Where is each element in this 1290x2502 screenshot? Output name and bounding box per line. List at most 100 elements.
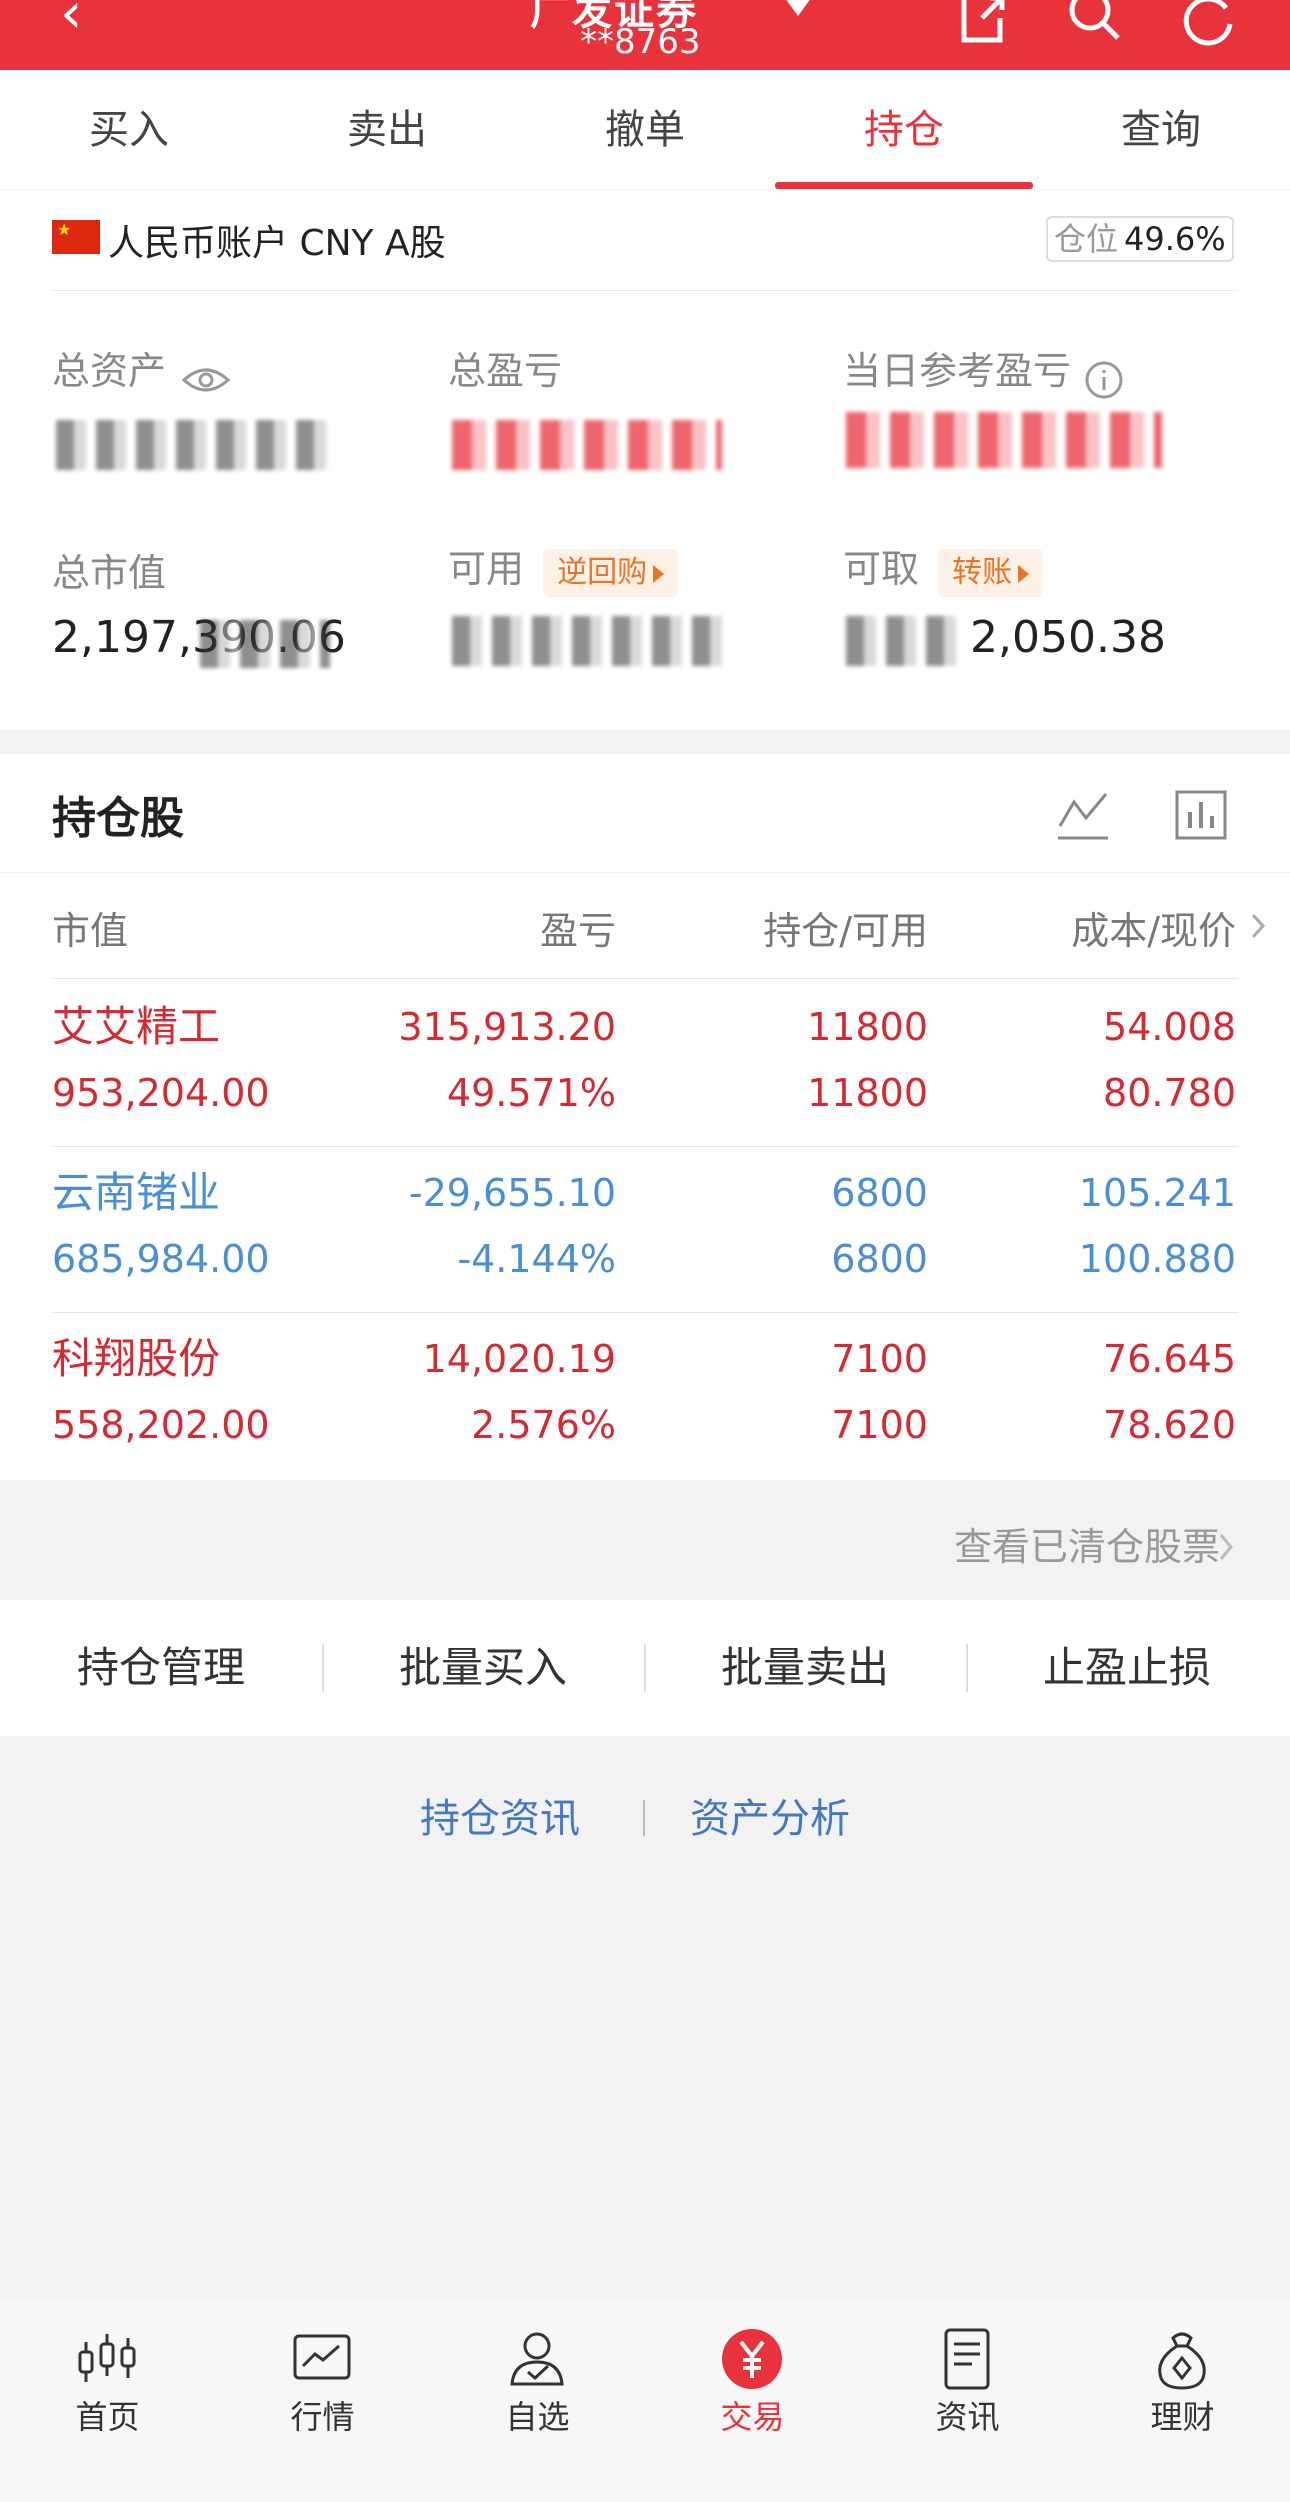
table-row[interactable]: 艾艾精工 953,204.00 315,913.20 49.571% 11800… (0, 980, 1290, 1146)
view-cleared-link[interactable]: 查看已清仓股票 (954, 1516, 1220, 1571)
col-holding-available: 持仓/可用 (763, 909, 928, 953)
stock-cost: 54.008 (1103, 1005, 1236, 1049)
total-assets-label: 总资产 (52, 349, 167, 393)
transfer-button[interactable]: 转账 (938, 549, 1044, 597)
stock-price: 78.620 (1103, 1403, 1236, 1447)
tab-cancel[interactable]: 撤单 (516, 70, 774, 190)
batch-buy-button[interactable]: 批量买入 (322, 1600, 644, 1736)
nav-label: 理财 (1150, 2398, 1215, 2436)
eye-icon[interactable] (181, 364, 231, 396)
chevron-right-icon (1219, 1534, 1233, 1560)
holdings-news-link[interactable]: 持仓资讯 (420, 1786, 580, 1844)
stock-avail: 6800 (831, 1237, 928, 1281)
nav-trade[interactable]: 交易 (645, 2300, 860, 2502)
take-profit-stop-loss-button[interactable]: 止盈止损 (966, 1600, 1288, 1736)
tab-query[interactable]: 查询 (1032, 70, 1290, 190)
masked-total-assets (56, 420, 336, 470)
nav-label: 资讯 (935, 2398, 1000, 2436)
nav-wealth[interactable]: 理财 (1075, 2300, 1290, 2502)
nav-home[interactable]: 首页 (0, 2300, 215, 2502)
stock-market-value: 558,202.00 (52, 1403, 270, 1447)
document-icon (944, 2328, 990, 2390)
divider (52, 1312, 1238, 1313)
stock-hold: 6800 (831, 1171, 928, 1215)
tab-sell[interactable]: 卖出 (258, 70, 516, 190)
nav-label: 行情 (290, 2398, 355, 2436)
withdrawable-tail: 2,050.38 (970, 612, 1166, 663)
arrow-right-icon (1018, 564, 1030, 583)
market-value-label: 总市值 (52, 551, 167, 595)
line-chart-icon[interactable] (1056, 788, 1110, 842)
china-flag-icon: ★ (52, 220, 100, 254)
total-pl-label: 总盈亏 (448, 349, 563, 393)
asset-analysis-link[interactable]: 资产分析 (690, 1786, 850, 1844)
nav-label: 交易 (720, 2398, 785, 2436)
available-block: 可用 逆回购 (448, 538, 679, 597)
table-row[interactable]: 科翔股份 558,202.00 14,020.19 2.576% 7100 71… (0, 1314, 1290, 1480)
back-icon[interactable]: ‹ (60, 0, 82, 42)
stock-price: 80.780 (1103, 1071, 1236, 1115)
position-value: 49.6% (1124, 220, 1226, 258)
col-market-value: 市值 (52, 909, 129, 953)
divider (52, 290, 1238, 291)
position-ratio-badge: 仓位 49.6% (1046, 216, 1234, 262)
masked-daily-pl (846, 412, 1162, 468)
stock-avail: 7100 (831, 1403, 928, 1447)
account-summary: ★ 人民币账户 CNY A股 仓位 49.6% 总资产 总盈亏 当日参考盈亏 总市… (0, 190, 1290, 730)
stock-cost: 76.645 (1103, 1337, 1236, 1381)
share-icon[interactable] (952, 0, 1012, 48)
stock-name: 云南锗业 (52, 1168, 221, 1217)
trade-tabs: 买入 卖出 撤单 持仓 查询 (0, 70, 1290, 190)
total-assets-block: 总资产 (52, 340, 231, 396)
batch-sell-button[interactable]: 批量卖出 (644, 1600, 966, 1736)
chevron-right-icon[interactable] (1250, 912, 1266, 940)
reverse-repo-button[interactable]: 逆回购 (543, 549, 679, 597)
withdrawable-label: 可取 (843, 547, 920, 591)
nav-watchlist[interactable]: 自选 (430, 2300, 645, 2502)
bar-chart-icon[interactable] (1174, 788, 1228, 842)
view-cleared-row[interactable]: 查看已清仓股票 (0, 1480, 1290, 1600)
candlestick-icon (78, 2334, 136, 2382)
nav-label: 自选 (505, 2398, 570, 2436)
account-switch-caret-icon[interactable] (782, 0, 814, 16)
nav-market[interactable]: 行情 (215, 2300, 430, 2502)
stock-name: 艾艾精工 (52, 1002, 221, 1051)
position-label: 仓位 (1054, 220, 1119, 258)
col-cost-price[interactable]: 成本/现价 (940, 900, 1236, 955)
stock-pl: 14,020.19 (422, 1337, 616, 1381)
table-row[interactable]: 云南锗业 685,984.00 -29,655.10 -4.144% 6800 … (0, 1148, 1290, 1312)
reverse-repo-label: 逆回购 (557, 555, 648, 590)
stock-pl-pct: 2.576% (471, 1403, 616, 1447)
holdings-section: 持仓股 市值 盈亏 持仓/可用 成本/现价 艾艾精工 953,204.00 31… (0, 754, 1290, 1480)
daily-pl-block: 当日参考盈亏 (843, 340, 1124, 400)
masked-available (452, 616, 732, 666)
yuan-icon (722, 2329, 782, 2389)
stock-market-value: 685,984.00 (52, 1237, 270, 1281)
active-tab-indicator (775, 182, 1033, 189)
search-icon[interactable] (1064, 0, 1124, 48)
stock-cost: 105.241 (1078, 1171, 1236, 1215)
info-icon[interactable] (1084, 360, 1124, 400)
stock-name: 科翔股份 (52, 1334, 221, 1383)
tab-buy[interactable]: 买入 (0, 70, 258, 190)
withdrawable-block: 可取 转账 (843, 538, 1044, 597)
stock-hold: 7100 (831, 1337, 928, 1381)
transfer-label: 转账 (952, 555, 1013, 590)
col-pl: 盈亏 (539, 909, 616, 953)
refresh-icon[interactable] (1178, 0, 1238, 48)
chart-icon (293, 2334, 351, 2380)
daily-pl-label: 当日参考盈亏 (843, 349, 1072, 393)
stock-price: 100.880 (1078, 1237, 1236, 1281)
money-bag-icon (1158, 2332, 1206, 2390)
nav-news[interactable]: 资讯 (860, 2300, 1075, 2502)
arrow-right-icon (653, 564, 665, 583)
masked-withdrawable-head (846, 616, 966, 666)
tab-holdings[interactable]: 持仓 (775, 70, 1033, 190)
divider (643, 1800, 645, 1836)
account-number: **8763 (580, 22, 701, 62)
holdings-action-bar: 持仓管理 批量买入 批量卖出 止盈止损 (0, 1600, 1290, 1736)
position-management-button[interactable]: 持仓管理 (0, 1600, 322, 1736)
bottom-nav: 首页 行情 自选 交易 资讯 理财 (0, 2300, 1290, 2502)
divider (52, 1146, 1238, 1147)
divider (52, 978, 1238, 979)
